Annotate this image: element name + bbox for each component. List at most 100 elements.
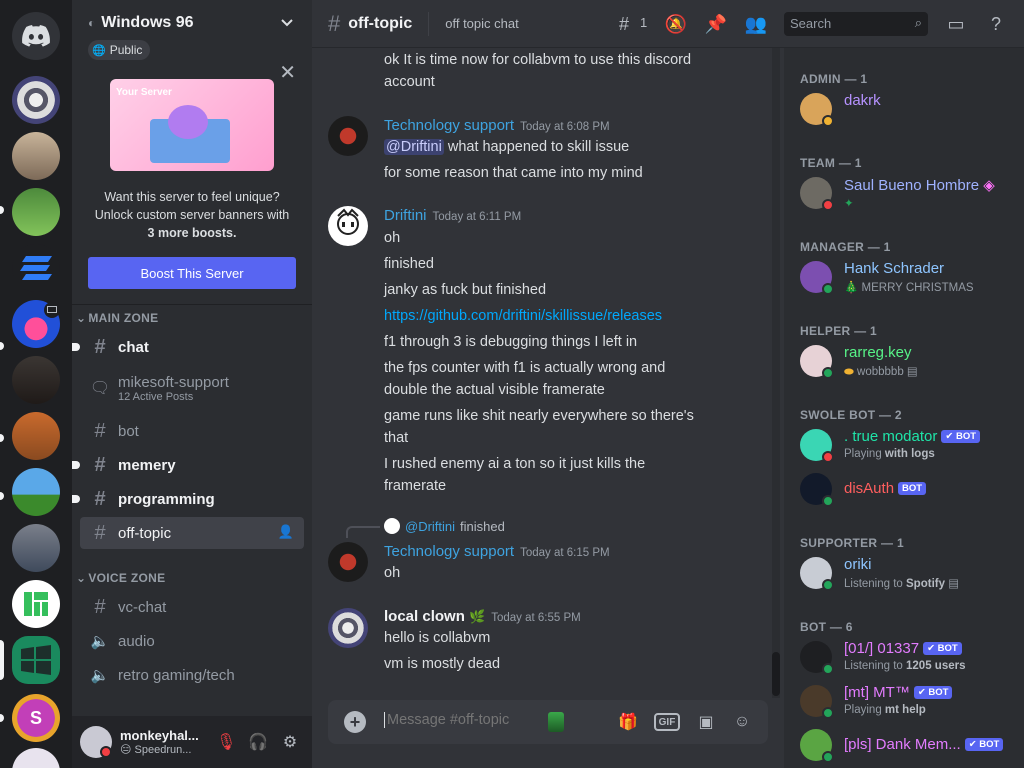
server-icon-windows96[interactable] [12,636,60,684]
server-icon-2[interactable] [12,132,60,180]
channel-off-topic[interactable]: # off-topic 👤 [80,517,304,549]
gif-button[interactable]: GIF [654,713,680,731]
channel-programming[interactable]: # programming [72,483,304,515]
server-icon-1[interactable] [12,76,60,124]
scrollbar-track[interactable] [772,48,780,698]
plant-icon: 🌿 [469,609,486,624]
member-disauth[interactable]: disAuth BOT [800,468,1016,510]
member-name: Hank Schrader [844,260,945,277]
status-dnd-icon [822,451,834,463]
member-list-icon[interactable]: 👥 [744,12,768,36]
server-icon-dark[interactable] [12,356,60,404]
activity-name: mt help [884,704,926,716]
channel-vc-chat[interactable]: # vc-chat [80,591,304,623]
inbox-icon[interactable]: ▭ [944,12,968,36]
message-author[interactable]: Technology support Today at 6:15 PM [384,543,610,560]
hourglass-icon [548,712,564,732]
bot-badge: BOT [898,482,927,495]
member-dakrk[interactable]: dakrk [800,88,1016,130]
avatar[interactable] [328,608,368,648]
channel-label: off-topic [118,524,172,542]
divider [72,304,312,305]
member-name-text: disAuth [844,480,895,497]
message-text: game runs like shit nearly everywhere so… [384,408,694,424]
author-name: Technology support [384,117,515,134]
member-hank[interactable]: Hank Schrader 🎄 MERRY CHRISTMAS [800,256,1016,298]
category-voice-zone[interactable]: ⌄ VOICE ZONE [76,571,165,585]
category-main-zone[interactable]: ⌄ MAIN ZONE [76,311,158,325]
avatar[interactable] [328,542,368,582]
channel-retro-gaming[interactable]: 🔈 retro gaming/tech [80,659,304,691]
status-online-icon [822,495,834,507]
member-rarreg[interactable]: rarreg.key ⬬ wobbbbb ▤ [800,340,1016,382]
gift-icon[interactable]: 🎁 [616,710,640,734]
channel-mikesoft-support[interactable]: 🗨 mikesoft-support 12 Active Posts [80,368,304,408]
message-input[interactable] [384,712,544,728]
headphones-icon[interactable]: 🎧 [248,732,268,752]
unread-pill [0,206,4,214]
server-icon-orange[interactable] [12,412,60,460]
server-icon-landscape[interactable] [12,468,60,516]
member-name-text: [01/] 01337 [844,640,920,657]
custom-status-text: Speedrun... [134,744,192,756]
server-icon-stripes[interactable] [12,244,60,292]
message-link[interactable]: https://github.com/driftini/skillissue/r… [384,305,764,327]
member-name-text: . true modator [844,428,938,445]
status-online-icon [822,579,834,591]
emoji-icon[interactable]: ☺ [730,710,754,734]
avatar[interactable] [328,116,368,156]
chevron-down-icon[interactable] [280,16,294,30]
boost-line-3: 3 more boosts. [147,226,237,240]
sticker-icon[interactable]: ▣ [694,710,718,734]
message-author[interactable]: Technology support Today at 6:08 PM [384,117,610,134]
gear-icon[interactable]: ⚙ [280,732,300,752]
member-true-modator[interactable]: . true modator ✔ BOT Playing with logs [800,424,1016,466]
channel-chat[interactable]: # chat [72,331,304,363]
activity-prefix: Playing [844,704,885,716]
member-01337[interactable]: [01/] 01337 ✔ BOT Listening to 1205 users [800,636,1016,678]
mention[interactable]: @Driftini [384,139,444,155]
reply-preview[interactable]: @Driftini finished [384,518,505,534]
public-label: Public [109,43,143,57]
activity-status: Playing mt help [844,704,926,716]
member-name: [01/] 01337 ✔ BOT [844,640,962,657]
message-author[interactable]: local clown 🌿 Today at 6:55 PM [384,608,581,625]
server-icon-room[interactable] [12,524,60,572]
help-icon[interactable]: ? [984,12,1008,36]
pin-icon[interactable]: 📌 [704,12,728,36]
discord-home-icon[interactable] [12,12,60,60]
message-text: the fps counter with f1 is actually wron… [384,360,666,376]
member-oriki[interactable]: oriki Listening to Spotify ▤ [800,552,1016,594]
message-author[interactable]: Driftini Today at 6:11 PM [384,207,521,224]
timestamp: Today at 6:55 PM [491,612,581,624]
channel-audio[interactable]: 🔈 audio [80,625,304,657]
avatar[interactable] [328,206,368,246]
server-icon-anime2[interactable] [12,748,60,768]
server-icon-s[interactable]: S [12,694,60,742]
screen-share-icon [44,302,60,318]
server-icon-manjaro[interactable] [12,580,60,628]
channel-header: # off-topic off topic chat # 1 🔕 📌 👥 Sea… [312,0,1024,48]
server-icon-pepe[interactable] [12,188,60,236]
speaker-icon: 🔈 [90,667,110,684]
close-icon[interactable]: ✕ [279,60,296,85]
mute-icon[interactable]: 🎙 [216,732,236,752]
threads-icon[interactable]: # [612,12,636,36]
invite-icon[interactable]: 👤 [278,524,294,540]
message-text: that [384,430,409,446]
notification-bell-muted-icon[interactable]: 🔕 [664,12,688,36]
channel-topic[interactable]: off topic chat [445,16,518,31]
add-attachment-icon[interactable]: + [344,711,366,733]
scrollbar-thumb[interactable] [772,652,780,696]
member-mt[interactable]: [mt] MT™ ✔ BOT Playing mt help [800,680,1016,722]
channel-bot[interactable]: # bot [80,415,304,447]
unread-dot [72,461,80,469]
member-saul[interactable]: Saul Bueno Hombre ◈ ✦ [800,172,1016,214]
avatar[interactable] [80,726,112,758]
channel-memery[interactable]: # memery [72,449,304,481]
member-dank-memer[interactable]: [pls] Dank Mem... ✔ BOT [800,724,1016,766]
search-input[interactable]: Search ⌕ [784,12,928,36]
bot-badge: ✔ BOT [964,738,1004,751]
boost-server-button[interactable]: Boost This Server [88,257,296,289]
status-online-icon [822,707,834,719]
